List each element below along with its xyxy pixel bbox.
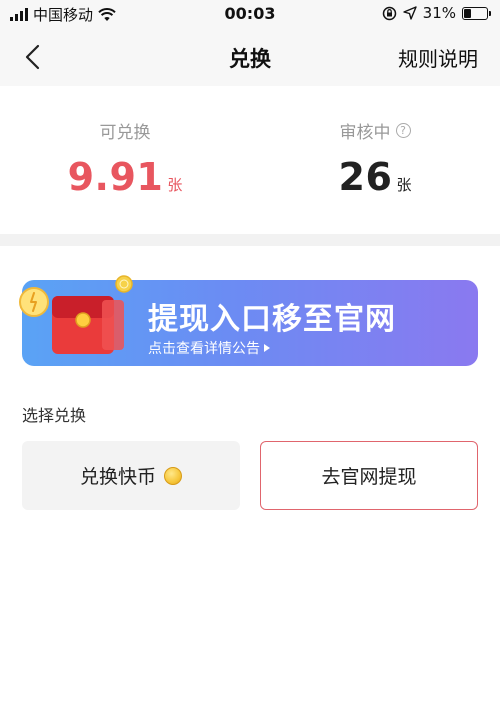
nav-bar: 兑换 规则说明 (0, 28, 500, 86)
stat-reviewing-label-row: 审核中 ? (340, 118, 411, 143)
stat-redeemable-value-row: 9.91 张 (0, 155, 250, 199)
section-label: 选择兑换 (22, 406, 87, 425)
stat-reviewing-value-row: 26 张 (250, 155, 500, 199)
section-divider (0, 234, 500, 246)
stat-reviewing-label: 审核中 (339, 123, 391, 143)
rotation-lock-icon (382, 6, 396, 20)
banner-title: 提现入口移至官网 (148, 302, 396, 337)
banner-subtitle: 点击查看详情公告 (148, 341, 260, 357)
help-icon[interactable]: ? (395, 123, 411, 138)
battery-icon (462, 6, 491, 20)
status-right: 31% (382, 4, 491, 22)
stat-redeemable-label: 可兑换 (99, 123, 151, 143)
banner-subtitle-row: 点击查看详情公告 (148, 338, 270, 358)
stat-redeemable: 可兑换 9.91 张 (0, 118, 250, 199)
status-bar: 中国移动 00:03 31% (0, 0, 500, 28)
location-arrow-icon (402, 6, 417, 20)
chevron-left-icon (25, 44, 40, 70)
play-arrow-icon (264, 344, 270, 352)
red-envelope-icon (19, 275, 133, 354)
stats-panel: 可兑换 9.91 张 审核中 ? 26 张 (0, 86, 500, 234)
exchange-coins-button[interactable]: 兑换快币 (22, 441, 240, 510)
battery-percent: 31% (422, 4, 456, 22)
withdraw-website-label: 去官网提现 (321, 466, 417, 488)
stat-reviewing: 审核中 ? 26 张 (250, 118, 500, 199)
battery-fill (464, 8, 471, 18)
back-button[interactable] (20, 42, 48, 72)
stat-redeemable-value: 9.91 (67, 155, 164, 199)
announcement-banner[interactable]: 提现入口移至官网 点击查看详情公告 (19, 275, 478, 366)
stat-reviewing-value: 26 (338, 155, 393, 199)
stat-redeemable-unit: 张 (167, 176, 183, 194)
withdraw-website-button[interactable]: 去官网提现 (260, 441, 478, 510)
stat-reviewing-unit: 张 (396, 176, 412, 194)
coin-icon (164, 466, 182, 485)
rules-link[interactable]: 规则说明 (398, 43, 478, 72)
exchange-coins-label: 兑换快币 (79, 466, 156, 488)
